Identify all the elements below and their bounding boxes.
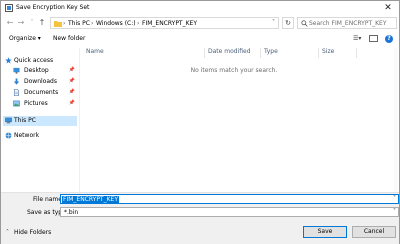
breadcrumb-windows-c[interactable]: Windows (C:) xyxy=(96,20,136,27)
view-options-icon[interactable]: ☰▾ xyxy=(353,35,361,42)
chevron-down-icon[interactable]: ˅ xyxy=(393,208,396,215)
network-icon xyxy=(5,132,12,139)
computer-icon xyxy=(5,117,12,124)
save-options-panel: File name: FIM_ENCRYPT_KEY ˅ Save as typ… xyxy=(1,192,399,244)
file-name-field[interactable]: FIM_ENCRYPT_KEY ˅ xyxy=(60,194,399,204)
empty-list-message: No items match your search. xyxy=(190,67,278,74)
nav-item-label: Pictures xyxy=(24,100,48,107)
window-title: Save Encryption Key Set xyxy=(16,4,90,11)
organize-button[interactable]: Organize ▾ xyxy=(9,35,41,42)
help-icon[interactable]: ? xyxy=(385,35,393,43)
desktop-icon xyxy=(13,67,20,74)
forward-arrow-icon[interactable]: → xyxy=(16,18,26,28)
save-as-type-value: *.bin xyxy=(64,209,79,216)
nav-item-network[interactable]: Network xyxy=(3,131,77,141)
pin-icon: 📌 xyxy=(68,78,75,84)
column-divider[interactable] xyxy=(204,48,205,58)
navigation-pane-scrollbar[interactable] xyxy=(79,48,80,192)
nav-item-label: Quick access xyxy=(14,57,54,64)
app-icon xyxy=(5,4,13,12)
nav-item-documents[interactable]: Documents 📌 xyxy=(3,88,77,98)
search-icon xyxy=(301,20,308,27)
breadcrumb-fim-encrypt-key[interactable]: FIM_ENCRYPT_KEY xyxy=(142,20,197,27)
address-bar[interactable]: › This PC › Windows (C:) › FIM_ENCRYPT_K… xyxy=(50,17,279,29)
column-header-name[interactable]: Name xyxy=(86,48,104,58)
preview-pane-icon[interactable] xyxy=(369,35,378,42)
folder-icon xyxy=(54,21,62,27)
navigation-bar: ← → ˅ ↑ › This PC › Windows (C:) › FIM_E… xyxy=(1,15,399,31)
address-dropdown-icon[interactable]: ˅ xyxy=(272,19,275,26)
chevron-up-icon: ˄ xyxy=(6,229,9,236)
file-list-scrollbar[interactable] xyxy=(394,48,398,192)
nav-item-this-pc[interactable]: This PC xyxy=(3,116,77,126)
nav-item-downloads[interactable]: Downloads 📌 xyxy=(3,77,77,87)
file-name-value[interactable]: FIM_ENCRYPT_KEY xyxy=(62,196,119,203)
save-button[interactable]: Save xyxy=(303,226,347,238)
nav-item-label: Documents xyxy=(24,89,59,96)
documents-icon xyxy=(13,89,20,96)
nav-item-label: Downloads xyxy=(24,78,57,85)
hide-folders-label: Hide Folders xyxy=(14,229,52,236)
title-bar: Save Encryption Key Set ✕ xyxy=(1,1,399,15)
search-box[interactable]: Search FIM_ENCRYPT_KEY xyxy=(297,17,397,29)
breadcrumb-this-pc[interactable]: This PC xyxy=(68,20,90,27)
save-dialog: Save Encryption Key Set ✕ ← → ˅ ↑ › This… xyxy=(0,0,400,244)
nav-item-label: Network xyxy=(14,132,40,139)
close-icon[interactable]: ✕ xyxy=(381,2,395,14)
nav-item-label: This PC xyxy=(14,117,36,124)
nav-item-quick-access[interactable]: Quick access xyxy=(3,56,77,66)
recent-locations-chevron-icon[interactable]: ˅ xyxy=(27,18,37,28)
refresh-icon[interactable]: ↻ xyxy=(282,17,294,29)
pin-icon: 📌 xyxy=(68,67,75,73)
column-divider[interactable] xyxy=(356,48,357,58)
downloads-icon xyxy=(13,78,20,85)
new-folder-button[interactable]: New folder xyxy=(53,35,85,42)
back-arrow-icon[interactable]: ← xyxy=(5,18,15,28)
pictures-icon xyxy=(13,100,20,107)
pin-icon: 📌 xyxy=(68,100,75,106)
column-header-size[interactable]: Size xyxy=(322,48,334,58)
navigation-pane: Quick access Desktop 📌 Downloads 📌 Docum… xyxy=(1,48,81,192)
column-divider[interactable] xyxy=(260,48,261,58)
column-divider[interactable] xyxy=(318,48,319,58)
star-icon xyxy=(5,57,12,64)
breadcrumb-separator-icon: › xyxy=(91,20,94,27)
file-list: Name Date modified Type Size No items ma… xyxy=(83,48,397,192)
cancel-button[interactable]: Cancel xyxy=(352,226,396,238)
nav-item-pictures[interactable]: Pictures 📌 xyxy=(3,99,77,109)
save-as-type-select[interactable]: *.bin ˅ xyxy=(60,207,399,217)
breadcrumb-separator-icon: › xyxy=(63,20,66,27)
hide-folders-button[interactable]: ˄ Hide Folders xyxy=(6,229,51,236)
breadcrumb-separator-icon: › xyxy=(137,20,140,27)
column-header-date-modified[interactable]: Date modified xyxy=(208,48,251,58)
command-bar: Organize ▾ New folder ☰▾ ? xyxy=(1,32,399,46)
up-arrow-icon[interactable]: ↑ xyxy=(37,18,47,28)
chevron-down-icon[interactable]: ˅ xyxy=(393,195,396,202)
search-input[interactable]: Search FIM_ENCRYPT_KEY xyxy=(309,20,387,27)
pin-icon: 📌 xyxy=(68,89,75,95)
nav-item-desktop[interactable]: Desktop 📌 xyxy=(3,66,77,76)
column-header-type[interactable]: Type xyxy=(264,48,278,58)
nav-item-label: Desktop xyxy=(24,67,49,74)
